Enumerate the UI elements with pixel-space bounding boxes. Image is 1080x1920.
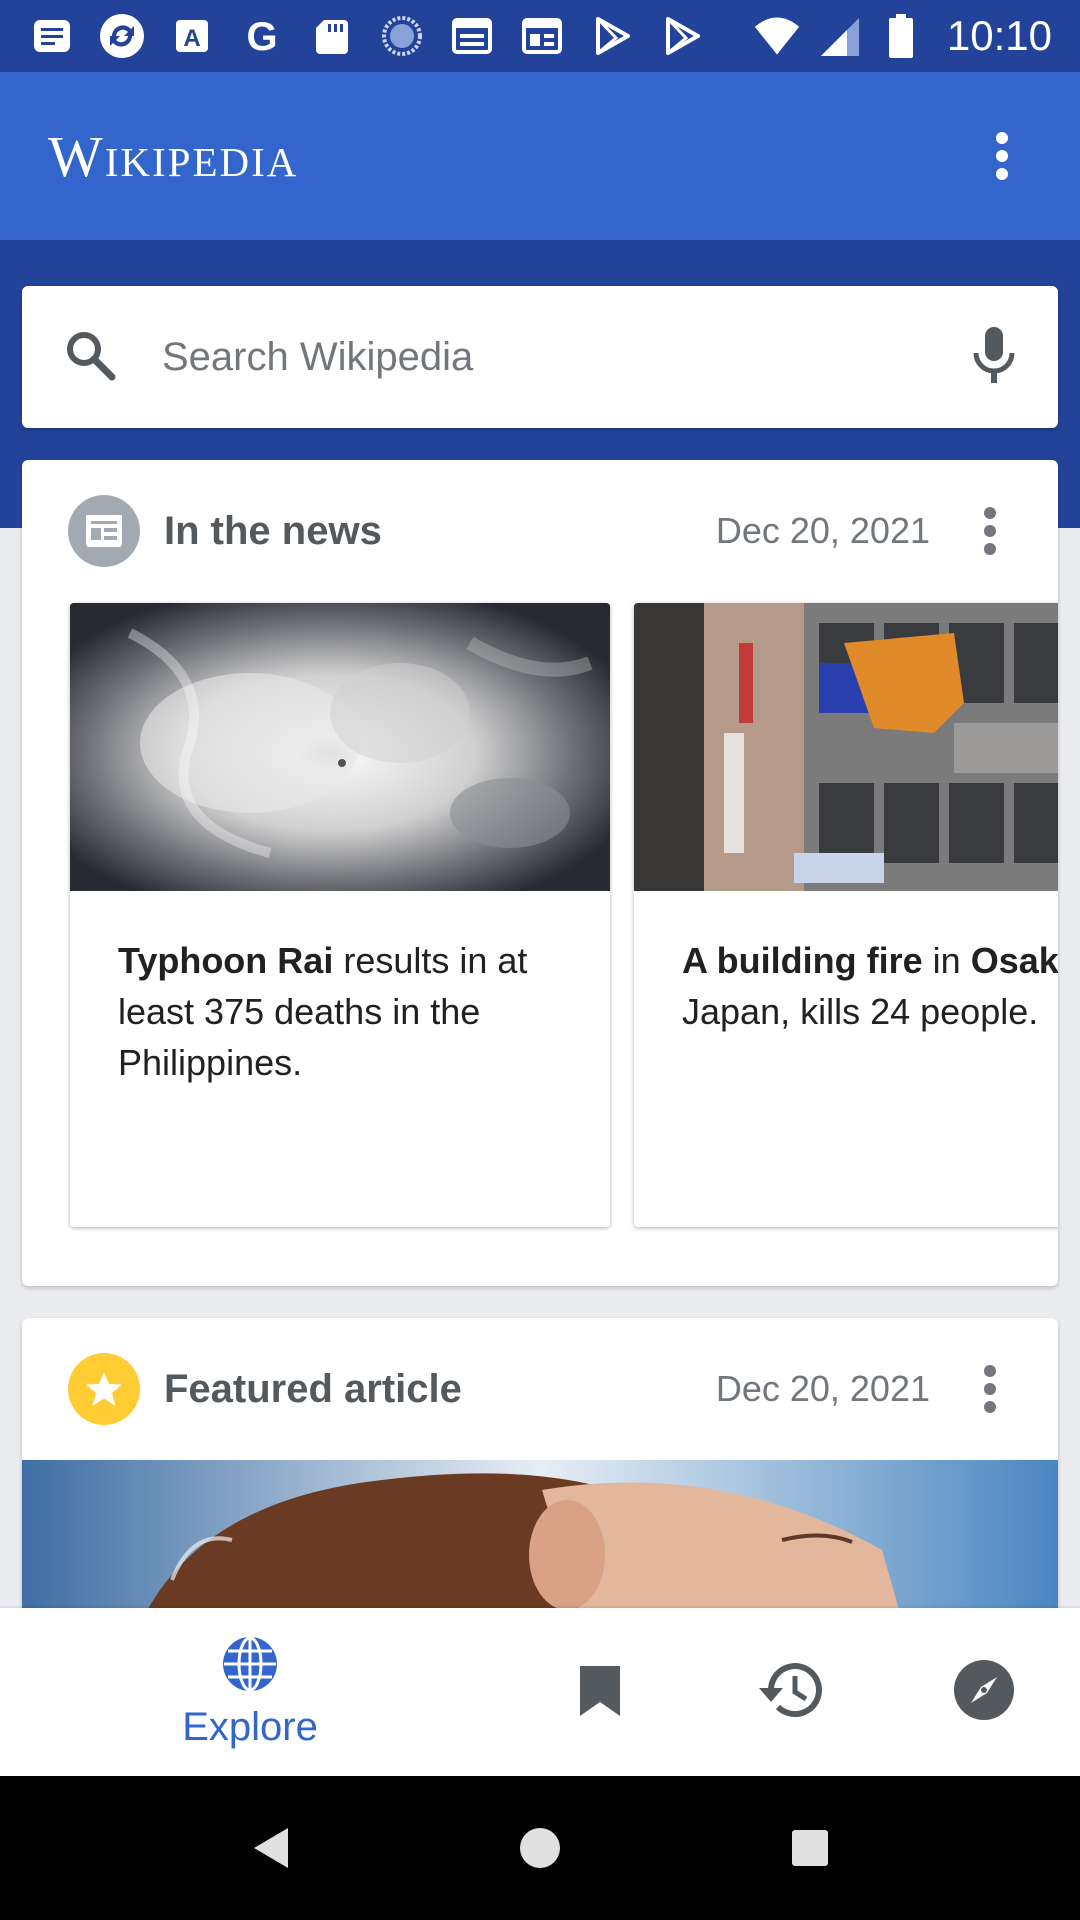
search-bar[interactable]: Search Wikipedia bbox=[22, 286, 1058, 428]
wifi-icon bbox=[753, 12, 801, 60]
system-status: 10:10 bbox=[753, 12, 1052, 60]
history-icon bbox=[757, 1660, 823, 1725]
search-icon bbox=[62, 327, 118, 388]
home-icon[interactable] bbox=[510, 1818, 570, 1878]
in-the-news-card: In the news Dec 20, 2021 Typhoon Rai res… bbox=[22, 460, 1058, 1286]
news-icon bbox=[68, 495, 140, 567]
news-item[interactable]: Typhoon Rai results in at least 375 deat… bbox=[70, 603, 610, 1227]
google-icon: G bbox=[238, 12, 286, 60]
play-store-icon bbox=[658, 12, 706, 60]
card-menu-icon[interactable] bbox=[970, 501, 1010, 561]
loading-icon bbox=[378, 12, 426, 60]
news-headline: A building fire in Osaka, Japan, kills 2… bbox=[682, 940, 1058, 1032]
news-icon bbox=[518, 12, 566, 60]
notes-icon bbox=[28, 12, 76, 60]
card-header: In the news Dec 20, 2021 bbox=[22, 460, 1058, 602]
card-date: Dec 20, 2021 bbox=[715, 1368, 930, 1409]
sd-card-icon bbox=[308, 12, 356, 60]
battery-icon bbox=[877, 12, 925, 60]
nav-history[interactable] bbox=[730, 1608, 850, 1776]
wikipedia-wordmark: Wikipedia bbox=[48, 123, 299, 189]
nav-label: Explore bbox=[182, 1705, 318, 1749]
featured-article-image bbox=[22, 1460, 1058, 1618]
nav-saved[interactable] bbox=[540, 1608, 660, 1776]
app-bar: Wikipedia bbox=[0, 72, 1080, 240]
status-bar: A G 10:10 bbox=[0, 0, 1080, 72]
card-date: Dec 20, 2021 bbox=[715, 510, 930, 551]
news-headline: Typhoon Rai results in at least 375 deat… bbox=[118, 940, 528, 1083]
globe-icon bbox=[220, 1634, 280, 1699]
font-icon: A bbox=[168, 12, 216, 60]
play-store-icon bbox=[588, 12, 636, 60]
building-fire-image bbox=[634, 603, 1058, 891]
back-icon[interactable] bbox=[240, 1818, 300, 1878]
bottom-navigation: Explore bbox=[0, 1608, 1080, 1776]
compass-icon bbox=[953, 1659, 1015, 1726]
nav-nearby[interactable] bbox=[924, 1608, 1044, 1776]
recents-icon[interactable] bbox=[780, 1818, 840, 1878]
news-item[interactable]: A building fire in Osaka, Japan, kills 2… bbox=[634, 603, 1058, 1227]
search-input[interactable]: Search Wikipedia bbox=[162, 335, 473, 380]
satellite-typhoon-image bbox=[70, 603, 610, 891]
system-navigation-bar bbox=[0, 1776, 1080, 1920]
nav-explore[interactable]: Explore bbox=[160, 1608, 340, 1776]
svg-text:A: A bbox=[183, 25, 200, 52]
signal-icon bbox=[815, 12, 863, 60]
card-header: Featured article Dec 20, 2021 bbox=[22, 1318, 1058, 1460]
card-title: Featured article bbox=[164, 1366, 462, 1411]
mic-icon[interactable] bbox=[970, 325, 1018, 390]
bookmark-icon bbox=[576, 1662, 624, 1723]
more-vert-icon[interactable] bbox=[972, 126, 1032, 186]
featured-article-card[interactable]: Featured article Dec 20, 2021 bbox=[22, 1318, 1058, 1618]
card-menu-icon[interactable] bbox=[970, 1359, 1010, 1419]
card-title: In the news bbox=[164, 508, 382, 553]
star-icon bbox=[68, 1353, 140, 1425]
notification-icons: A G bbox=[28, 12, 706, 60]
svg-text:G: G bbox=[246, 15, 277, 58]
sync-icon bbox=[98, 12, 146, 60]
status-time: 10:10 bbox=[946, 12, 1052, 59]
calendar-icon bbox=[448, 12, 496, 60]
